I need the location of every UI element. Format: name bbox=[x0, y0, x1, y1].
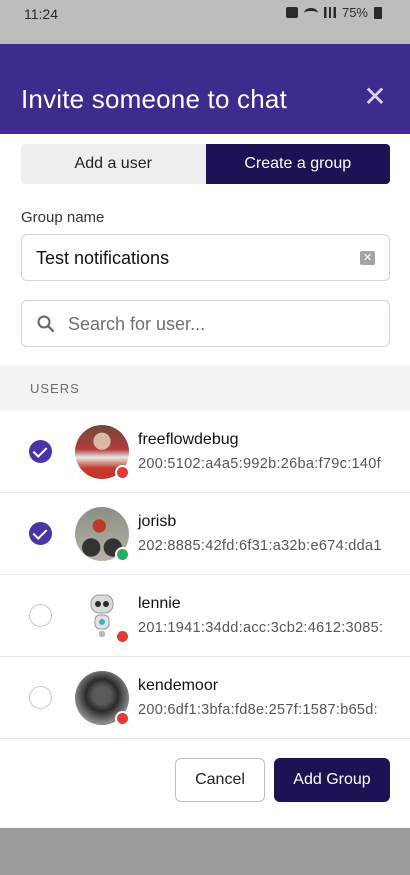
user-name: jorisb bbox=[138, 513, 177, 530]
presence-indicator bbox=[115, 547, 130, 562]
modal-title: Invite someone to chat bbox=[21, 84, 287, 114]
user-address: 200:6df1:3bfa:fd8e:257f:1587:b65d: bbox=[138, 702, 378, 718]
checkbox-unchecked[interactable] bbox=[29, 686, 52, 709]
tab-create-group[interactable]: Create a group bbox=[205, 144, 390, 184]
presence-indicator bbox=[115, 629, 130, 644]
close-icon[interactable]: ✕ bbox=[362, 83, 388, 111]
user-name: freeflowdebug bbox=[138, 431, 239, 448]
notification-icon bbox=[285, 7, 298, 18]
checkbox-unchecked[interactable] bbox=[29, 604, 52, 627]
user-address: 202:8885:42fd:6f31:a32b:e674:dda1 bbox=[138, 538, 382, 554]
group-name-value[interactable]: Test notifications bbox=[36, 248, 169, 269]
status-icons: 75% bbox=[285, 5, 382, 20]
search-icon bbox=[37, 315, 55, 333]
users-section-header: USERS bbox=[0, 365, 410, 411]
tab-add-user[interactable]: Add a user bbox=[21, 144, 206, 184]
user-row[interactable]: lennie 201:1941:34dd:acc:3cb2:4612:3085: bbox=[0, 575, 410, 657]
group-name-field[interactable]: Test notifications ✕ bbox=[21, 234, 390, 281]
user-row[interactable]: jorisb 202:8885:42fd:6f31:a32b:e674:dda1 bbox=[0, 493, 410, 575]
battery-percent: 75% bbox=[341, 5, 368, 20]
clear-icon[interactable]: ✕ bbox=[360, 251, 375, 265]
avatar bbox=[75, 589, 130, 644]
user-address: 201:1941:34dd:acc:3cb2:4612:3085: bbox=[138, 620, 384, 636]
add-group-button[interactable]: Add Group bbox=[274, 758, 390, 802]
avatar bbox=[75, 425, 130, 480]
search-input[interactable]: Search for user... bbox=[21, 300, 390, 347]
search-placeholder[interactable]: Search for user... bbox=[68, 314, 205, 335]
user-row[interactable]: freeflowdebug 200:5102:a4a5:992b:26ba:f7… bbox=[0, 411, 410, 493]
checkbox-checked[interactable] bbox=[29, 522, 52, 545]
group-name-label: Group name bbox=[21, 209, 105, 226]
users-header-label: USERS bbox=[30, 381, 80, 396]
status-bar: 11:24 75% bbox=[0, 0, 410, 44]
battery-icon bbox=[374, 6, 382, 19]
tab-bar: Add a user Create a group bbox=[21, 144, 390, 184]
presence-indicator bbox=[115, 711, 130, 726]
signal-icon bbox=[323, 7, 336, 18]
user-name: lennie bbox=[138, 595, 181, 612]
avatar bbox=[75, 671, 130, 726]
avatar bbox=[75, 507, 130, 562]
wifi-icon bbox=[303, 7, 318, 18]
bottom-overlay bbox=[0, 828, 410, 875]
cancel-button[interactable]: Cancel bbox=[175, 758, 265, 802]
user-row[interactable]: kendemoor 200:6df1:3bfa:fd8e:257f:1587:b… bbox=[0, 657, 410, 739]
checkbox-checked[interactable] bbox=[29, 440, 52, 463]
user-address: 200:5102:a4a5:992b:26ba:f79c:140f bbox=[138, 456, 381, 472]
presence-indicator bbox=[115, 465, 130, 480]
user-name: kendemoor bbox=[138, 677, 219, 694]
status-time: 11:24 bbox=[24, 6, 58, 22]
modal-header: Invite someone to chat ✕ bbox=[0, 44, 410, 134]
modal-body: Add a user Create a group Group name Tes… bbox=[0, 134, 410, 828]
